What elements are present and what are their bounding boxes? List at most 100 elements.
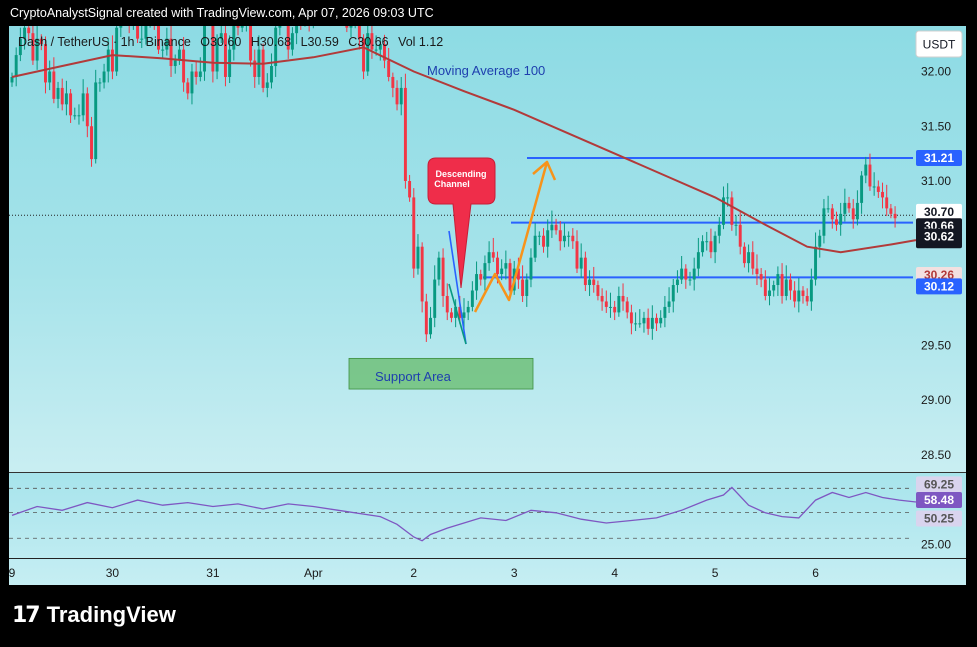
legend-low: L30.59 — [301, 35, 339, 49]
x-tick-label: 5 — [712, 566, 719, 580]
candle — [408, 181, 412, 198]
candle — [403, 87, 407, 181]
candle — [814, 246, 818, 280]
candle — [349, 26, 353, 28]
candle — [44, 44, 47, 83]
tag-rsi-mid: 50.25 — [916, 510, 962, 527]
candle — [85, 93, 89, 127]
candle — [847, 202, 851, 209]
candle — [688, 279, 692, 281]
candle — [182, 49, 186, 83]
tag-level-top: 31.21 — [916, 150, 962, 167]
candle — [588, 279, 592, 286]
candle — [487, 252, 491, 264]
candle — [52, 71, 56, 99]
currency-button[interactable]: USDT — [915, 30, 963, 58]
candle — [562, 235, 566, 242]
candle — [726, 197, 730, 199]
candle — [701, 241, 705, 253]
candle — [449, 312, 453, 318]
x-tick-label: 4 — [611, 566, 618, 580]
tag-rsi-upper: 69.25 — [916, 476, 962, 493]
x-tick-label: 2 — [410, 566, 417, 580]
candle — [675, 279, 679, 286]
candle — [634, 323, 638, 325]
candle — [738, 224, 742, 247]
tag-bid-price: 30.62 — [916, 228, 962, 245]
tag-level-bottom-text: 30.12 — [924, 279, 954, 293]
candle — [546, 230, 550, 247]
candle — [835, 219, 838, 225]
candle — [295, 26, 299, 34]
candle — [571, 235, 575, 242]
candle — [604, 301, 608, 307]
candle — [889, 208, 893, 214]
candle — [420, 246, 424, 302]
x-tick-label: 31 — [206, 566, 220, 580]
candle — [190, 71, 194, 94]
candle — [537, 235, 541, 237]
candle — [525, 279, 529, 296]
candle — [579, 257, 583, 269]
candle — [161, 49, 165, 51]
candle — [542, 235, 545, 247]
candle — [194, 71, 198, 77]
candle — [554, 224, 558, 231]
candle — [730, 197, 734, 225]
chart-snapshot: CryptoAnalystSignal created with Trading… — [0, 0, 977, 647]
tag-rsi-upper-text: 69.25 — [924, 477, 954, 491]
candle — [60, 87, 64, 105]
tradingview-brand: TradingView — [46, 602, 176, 627]
candle — [663, 306, 667, 318]
candle — [784, 279, 788, 296]
candle — [855, 202, 859, 220]
candle — [387, 60, 391, 77]
candle — [345, 26, 349, 28]
candle — [374, 49, 378, 51]
candle — [592, 279, 596, 286]
candle — [496, 257, 499, 275]
candle — [646, 317, 650, 329]
candle — [885, 197, 889, 209]
y-tick-label: 28.50 — [921, 448, 951, 462]
candle — [763, 279, 767, 296]
tag-level-top-text: 31.21 — [924, 151, 954, 165]
candle — [529, 257, 533, 280]
candle — [416, 246, 420, 269]
candle — [466, 306, 470, 313]
candle — [709, 241, 713, 253]
support-area-label: Support Area — [375, 369, 452, 384]
candle — [500, 268, 504, 275]
candle — [69, 93, 73, 116]
candle — [638, 323, 642, 325]
candle — [776, 274, 780, 286]
candle — [805, 295, 809, 302]
candle — [613, 306, 617, 313]
candle — [73, 115, 77, 117]
candle — [742, 246, 746, 264]
currency-label[interactable]: USDT — [923, 38, 956, 52]
candle — [483, 263, 487, 280]
candle — [801, 290, 805, 296]
y-tick-label: 31.50 — [921, 119, 951, 133]
y-tick-label: 29.00 — [921, 393, 951, 407]
candle — [575, 241, 579, 269]
candle — [391, 76, 395, 88]
candle — [797, 290, 801, 302]
y-tick-label: 32.00 — [921, 65, 951, 79]
tag-last-price-text: 30.70 — [924, 205, 954, 219]
candle — [872, 186, 876, 188]
candle — [77, 115, 81, 117]
candle — [186, 82, 190, 94]
candle — [734, 224, 738, 226]
x-tick-label: 3 — [511, 566, 518, 580]
candle — [64, 93, 68, 105]
candle — [680, 268, 684, 280]
candle — [671, 285, 675, 302]
candle — [504, 263, 508, 269]
chart-svg[interactable]: 32.0031.5031.0030.5029.5029.0028.50 25.0… — [9, 26, 966, 585]
candle — [412, 197, 416, 269]
candle — [491, 252, 495, 258]
candle — [642, 317, 646, 324]
candle — [102, 71, 106, 83]
